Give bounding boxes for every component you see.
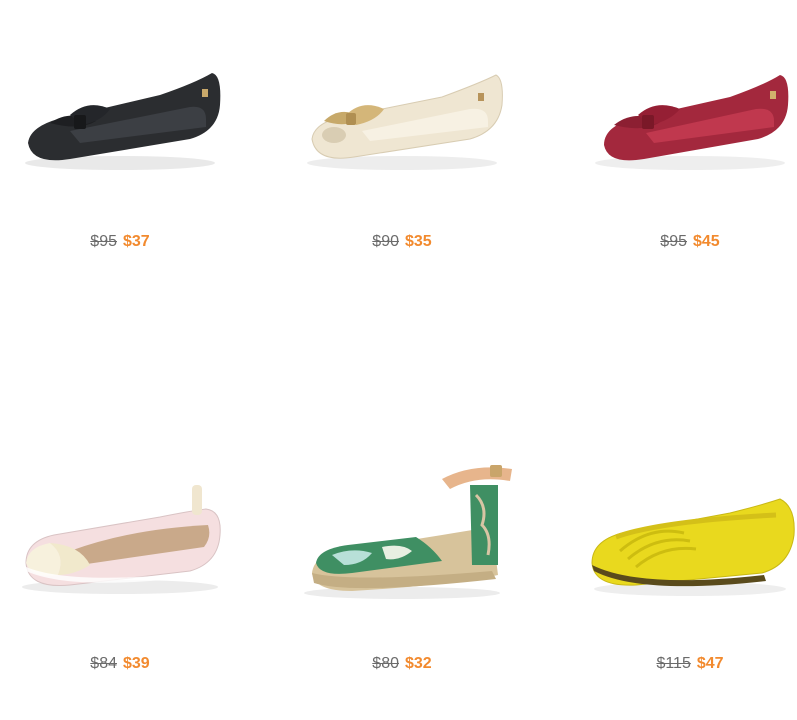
original-price: $80	[372, 655, 399, 672]
price-row: $115 $47	[570, 654, 797, 674]
original-price: $115	[656, 655, 691, 672]
sale-price: $47	[696, 655, 724, 672]
price-row: $80 $32	[282, 654, 522, 674]
price-row: $95 $45	[570, 232, 797, 252]
product-grid: $95 $37 $90 $35 $95 $45 $84 $39 $80 $32 …	[0, 0, 797, 713]
sale-price: $39	[123, 655, 150, 672]
product-image[interactable]	[282, 440, 522, 620]
product-image[interactable]	[570, 440, 797, 620]
product-card[interactable]: $95 $45	[570, 20, 797, 300]
sale-price: $45	[693, 233, 720, 250]
product-image[interactable]	[570, 20, 797, 200]
original-price: $90	[372, 233, 399, 250]
product-image[interactable]	[0, 440, 240, 620]
product-card[interactable]: $90 $35	[282, 20, 522, 300]
product-card[interactable]: $115 $47	[570, 440, 797, 720]
original-price: $95	[660, 233, 687, 250]
sale-price: $37	[123, 233, 150, 250]
price-row: $90 $35	[282, 232, 522, 252]
original-price: $84	[90, 655, 117, 672]
original-price: $95	[90, 233, 117, 250]
product-card[interactable]: $84 $39	[0, 440, 240, 720]
sale-price: $32	[405, 655, 432, 672]
product-image[interactable]	[282, 20, 522, 200]
price-row: $84 $39	[0, 654, 240, 674]
price-row: $95 $37	[0, 232, 240, 252]
product-card[interactable]: $80 $32	[282, 440, 522, 720]
product-card[interactable]: $95 $37	[0, 20, 240, 300]
sale-price: $35	[405, 233, 432, 250]
product-image[interactable]	[0, 20, 240, 200]
